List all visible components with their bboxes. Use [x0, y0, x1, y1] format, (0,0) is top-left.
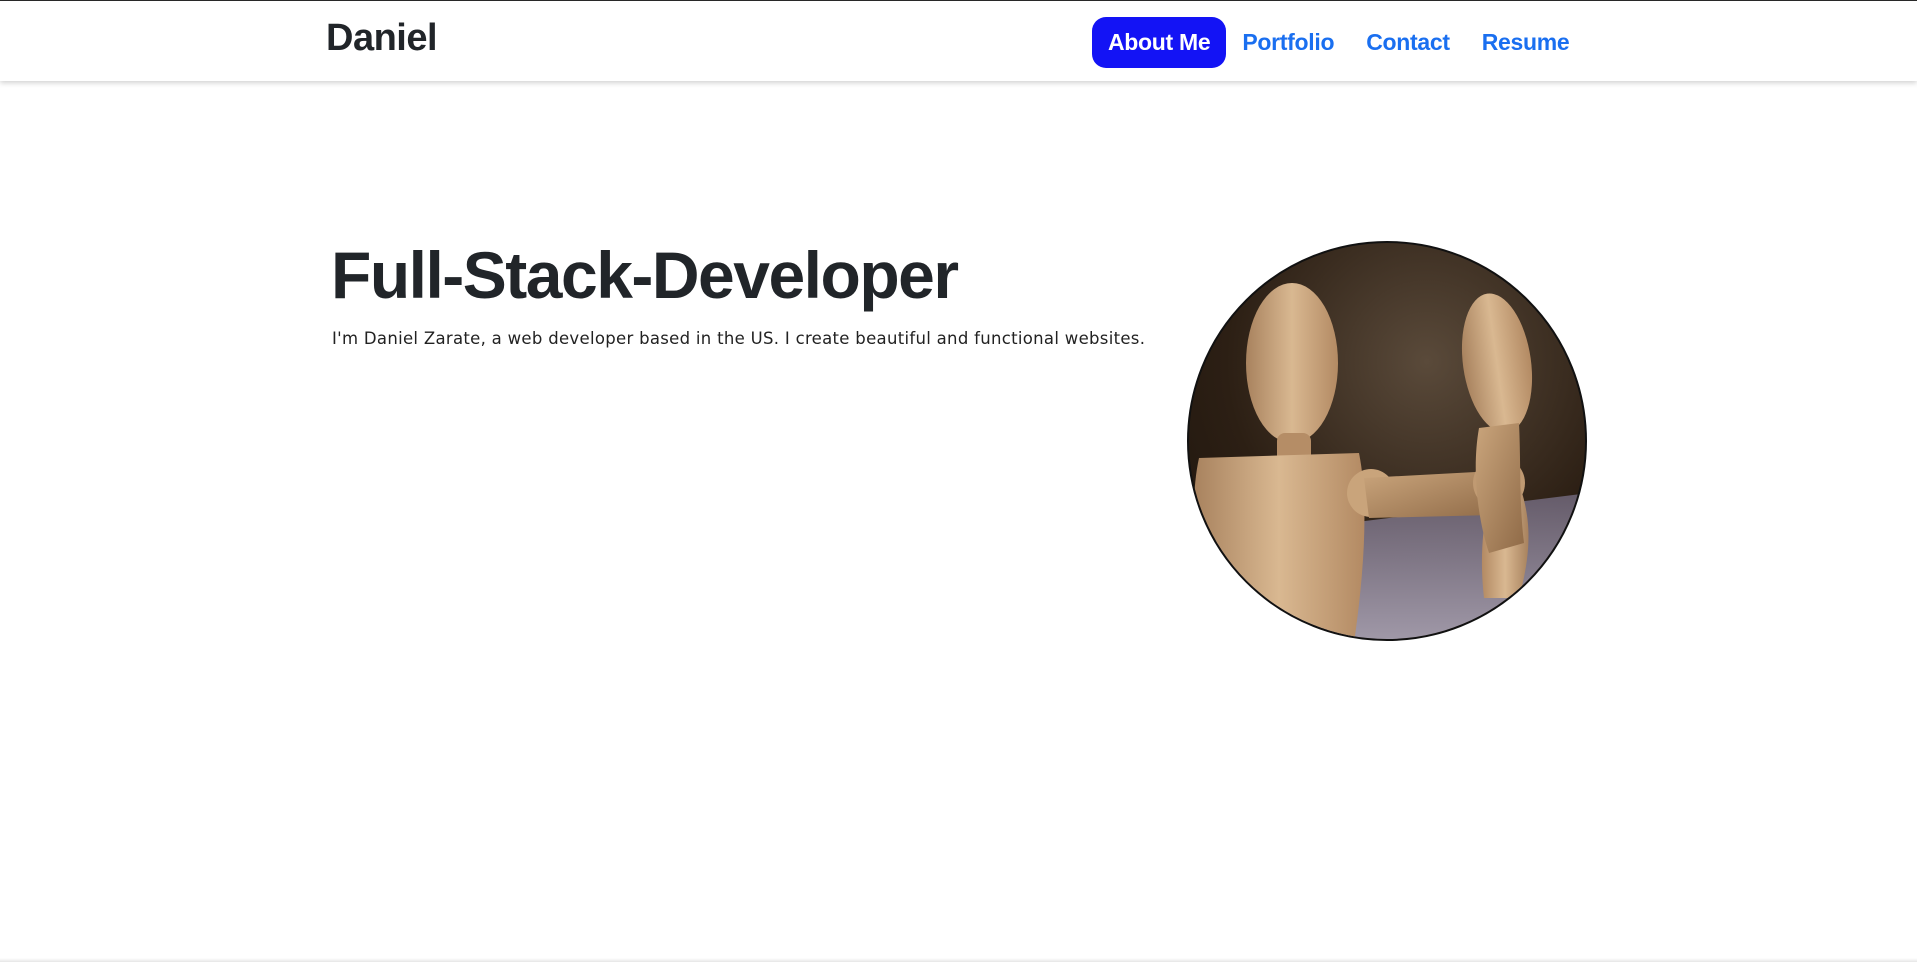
nav-contact[interactable]: Contact [1350, 17, 1466, 68]
nav-portfolio[interactable]: Portfolio [1226, 17, 1350, 68]
hero-subtitle: I'm Daniel Zarate, a web developer based… [332, 329, 1146, 348]
profile-avatar [1187, 241, 1587, 641]
wooden-mannequin-icon [1189, 283, 1585, 639]
footer-divider [0, 958, 1917, 962]
brand-logo[interactable]: Daniel [326, 19, 438, 57]
hero-title: Full-Stack-Developer [331, 238, 959, 312]
nav-resume[interactable]: Resume [1466, 17, 1586, 68]
navbar: Daniel About Me Portfolio Contact Resume [0, 1, 1917, 81]
nav-links: About Me Portfolio Contact Resume [1092, 17, 1585, 68]
nav-about-me[interactable]: About Me [1092, 17, 1227, 68]
